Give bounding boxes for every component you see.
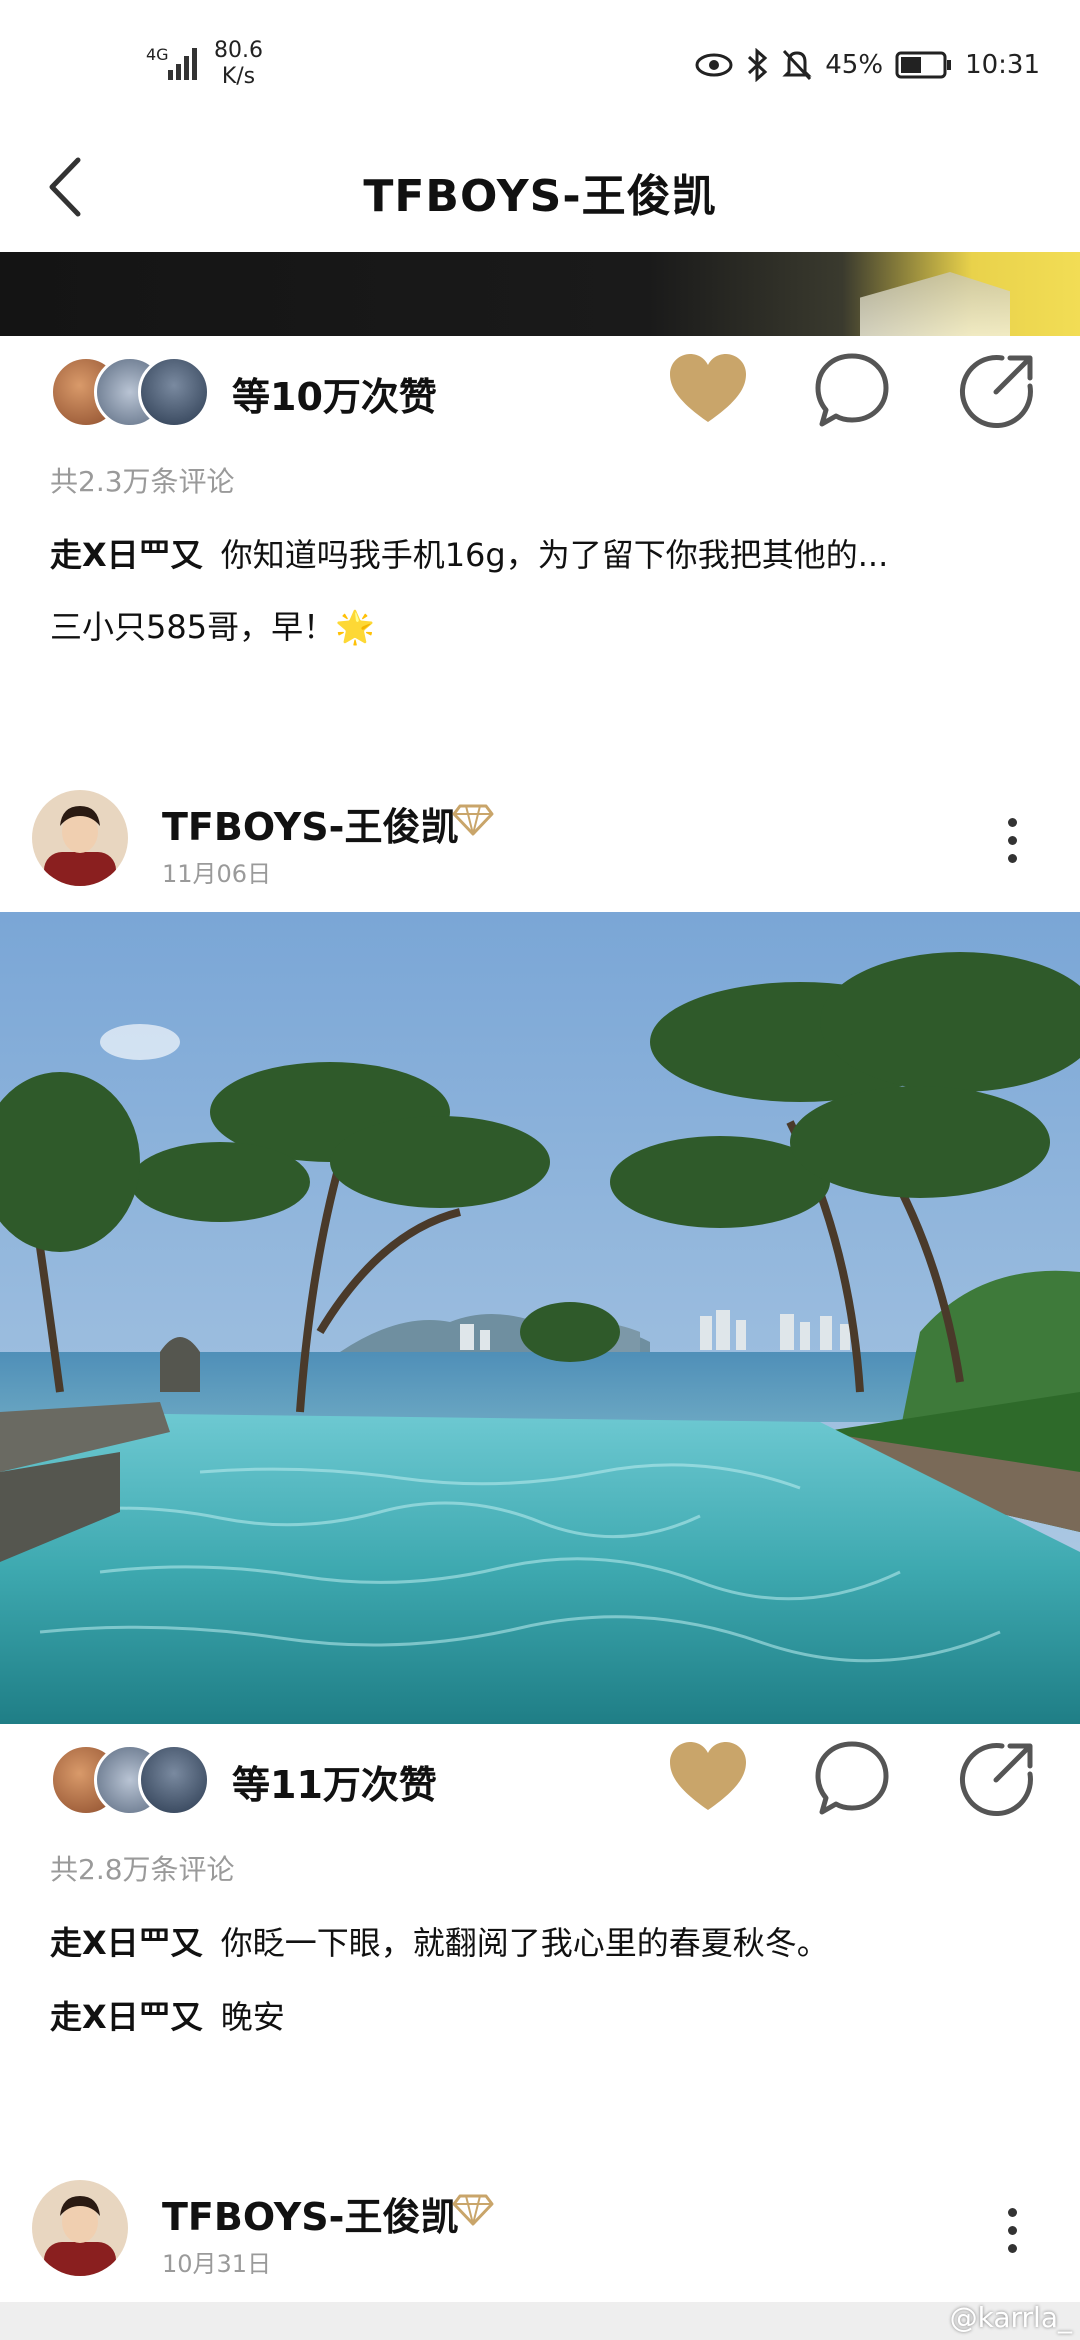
- clock: 10:31: [965, 50, 1040, 80]
- comments-count[interactable]: 共2.3万条评论: [50, 460, 235, 500]
- likes-count[interactable]: 等11万次赞: [232, 1754, 437, 1809]
- share-icon[interactable]: [956, 348, 1040, 432]
- more-options-icon[interactable]: [1008, 818, 1017, 872]
- comment-item[interactable]: 走X日罒又 你眨一下眼，就翻阅了我心里的春夏秋冬。: [50, 1918, 829, 1964]
- post-author[interactable]: TFBOYS-王俊凯: [162, 796, 458, 851]
- bluetooth-icon: [748, 48, 768, 82]
- watermark: @karrla_: [949, 2301, 1072, 2334]
- comment-user[interactable]: 走X日罒又: [50, 1998, 203, 2036]
- comment-text: 你知道吗我手机16g，为了留下你我把其他的...: [220, 536, 889, 574]
- comment-icon[interactable]: [810, 348, 894, 432]
- next-post-image-edge: [0, 2302, 1080, 2340]
- battery-icon: [895, 51, 952, 79]
- comment-text: 晚安: [220, 1998, 285, 2036]
- post-2-action-row: 等11万次赞: [0, 1724, 1080, 1834]
- avatar[interactable]: [32, 790, 128, 886]
- eye-icon: [695, 53, 733, 77]
- post-image[interactable]: [0, 912, 1080, 1724]
- share-icon[interactable]: [956, 1736, 1040, 1820]
- heart-icon[interactable]: [666, 1736, 750, 1820]
- post-date: 10月31日: [162, 2250, 272, 2278]
- comment-item[interactable]: 三小只585哥，早！🌟: [50, 602, 375, 648]
- verified-diamond-icon: [452, 2194, 494, 2226]
- post-header: TFBOYS-王俊凯 10月31日: [0, 2160, 1080, 2300]
- more-options-icon[interactable]: [1008, 2208, 1017, 2262]
- likes-count[interactable]: 等10万次赞: [232, 366, 437, 421]
- status-bar: 4G 80.6 K/s 45% 10:31: [0, 0, 1080, 130]
- status-right: 45% 10:31: [695, 48, 1040, 82]
- network-speed: 80.6 K/s: [214, 38, 263, 90]
- top-nav: TFBOYS-王俊凯: [0, 130, 1080, 250]
- network-type: 4G: [146, 45, 169, 64]
- post-date: 11月06日: [162, 860, 272, 888]
- speed-value: 80.6: [214, 38, 263, 63]
- post-author[interactable]: TFBOYS-王俊凯: [162, 2186, 458, 2241]
- comment-item[interactable]: 走X日罒又 你知道吗我手机16g，为了留下你我把其他的...: [50, 530, 888, 576]
- page-title: TFBOYS-王俊凯: [363, 171, 717, 222]
- post-header: TFBOYS-王俊凯 11月06日: [0, 770, 1080, 910]
- verified-diamond-icon: [452, 804, 494, 836]
- comment-user[interactable]: 走X日罒又: [50, 1924, 203, 1962]
- comment-text: 三小只585哥，早！🌟: [50, 608, 375, 646]
- tropical-pool-image: [0, 912, 1080, 1724]
- comments-count[interactable]: 共2.8万条评论: [50, 1848, 235, 1888]
- comment-user[interactable]: 走X日罒又: [50, 536, 203, 574]
- comment-icon[interactable]: [810, 1736, 894, 1820]
- liker-avatar[interactable]: [138, 1744, 210, 1816]
- comment-item[interactable]: 走X日罒又 晚安: [50, 1992, 285, 2038]
- post-1-action-row: 等10万次赞: [0, 336, 1080, 446]
- avatar[interactable]: [32, 2180, 128, 2276]
- bell-off-icon: [782, 49, 812, 81]
- comment-text: 你眨一下眼，就翻阅了我心里的春夏秋冬。: [220, 1924, 829, 1962]
- speed-unit: K/s: [221, 64, 256, 89]
- heart-icon[interactable]: [666, 348, 750, 432]
- post-image-partial[interactable]: [0, 252, 1080, 336]
- liker-avatar[interactable]: [138, 356, 210, 428]
- signal-icon: 4G: [146, 45, 197, 80]
- battery-percent: 45%: [825, 50, 884, 80]
